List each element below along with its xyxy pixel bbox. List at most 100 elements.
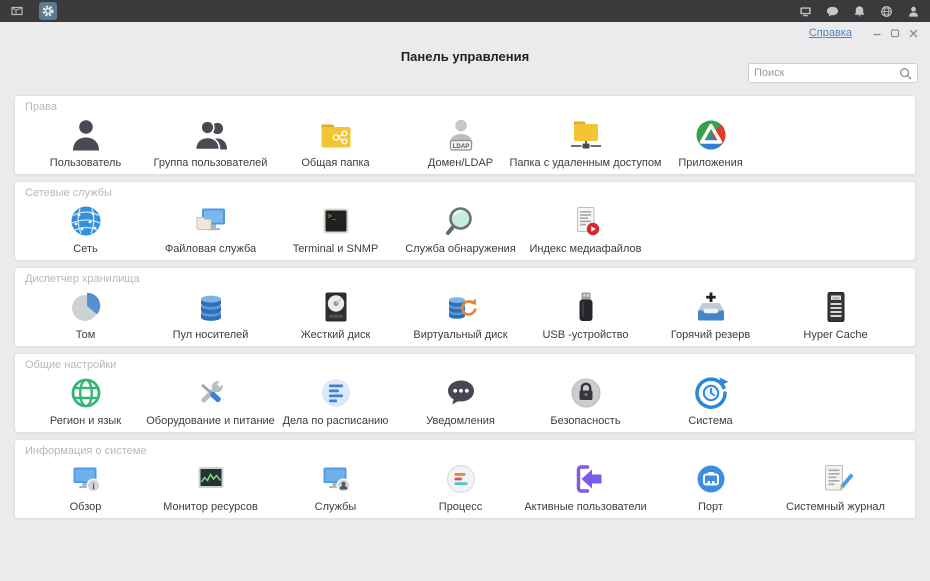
notification-bell-icon[interactable] xyxy=(851,3,868,20)
svg-text:SSD: SSD xyxy=(832,296,840,300)
item-virtual-disk[interactable]: Виртуальный диск xyxy=(398,286,523,341)
item-process[interactable]: Процесс xyxy=(398,458,523,513)
ldap-user-icon: LDAP xyxy=(441,114,481,156)
app-launcher-icon[interactable] xyxy=(8,2,26,20)
region-language-icon xyxy=(66,372,106,414)
item-storage-pool[interactable]: Пул носителей xyxy=(148,286,273,341)
item-label: Жесткий диск xyxy=(300,329,371,341)
storage-pool-icon xyxy=(191,286,231,328)
item-label: Приложения xyxy=(678,157,743,169)
item-resource-monitor[interactable]: Монитор ресурсов xyxy=(148,458,273,513)
network-icon xyxy=(66,200,106,242)
discovery-icon xyxy=(441,200,481,242)
globe-icon[interactable] xyxy=(878,3,895,20)
section-label: Диспетчер хранилища xyxy=(25,273,140,285)
item-terminal[interactable]: >_ Terminal и SNMP xyxy=(273,200,398,255)
media-index-icon xyxy=(566,200,606,242)
item-label: Служба обнаружения xyxy=(405,243,516,255)
item-region-language[interactable]: Регион и язык xyxy=(23,372,148,427)
remote-folder-icon xyxy=(566,114,606,156)
hyper-cache-icon: SSD xyxy=(816,286,856,328)
item-user[interactable]: Пользователь xyxy=(23,114,148,169)
item-security[interactable]: Безопасность xyxy=(523,372,648,427)
search-icon[interactable] xyxy=(898,66,912,80)
item-label: Службы xyxy=(314,501,357,513)
item-notifications[interactable]: Уведомления xyxy=(398,372,523,427)
item-label: Файловая служба xyxy=(164,243,257,255)
close-icon[interactable] xyxy=(906,27,920,39)
item-services[interactable]: Службы xyxy=(273,458,398,513)
item-user-group[interactable]: Группа пользователей xyxy=(148,114,273,169)
item-hardware-power[interactable]: Оборудование и питание xyxy=(146,372,275,427)
item-label: Terminal и SNMP xyxy=(292,243,379,255)
account-icon[interactable] xyxy=(905,3,922,20)
item-label: USB -устройство xyxy=(542,329,629,341)
section-label: Общие настройки xyxy=(25,359,117,371)
item-label: Пользователь xyxy=(49,157,122,169)
search-input[interactable] xyxy=(754,67,898,79)
file-service-icon xyxy=(191,200,231,242)
item-label: Монитор ресурсов xyxy=(163,501,258,513)
control-panel-app-icon[interactable] xyxy=(39,2,57,20)
user-icon xyxy=(66,114,106,156)
item-label: Оборудование и питание xyxy=(146,415,275,427)
item-label: Порт xyxy=(698,501,723,513)
item-shared-folder[interactable]: Общая папка xyxy=(273,114,398,169)
minimize-icon[interactable] xyxy=(870,27,884,39)
item-file-service[interactable]: Файловая служба xyxy=(148,200,273,255)
system-log-icon xyxy=(816,458,856,500)
window-controls xyxy=(866,27,920,39)
item-label: Системный журнал xyxy=(786,501,885,513)
active-users-icon xyxy=(566,458,606,500)
item-system[interactable]: Система xyxy=(648,372,773,427)
notifications-icon xyxy=(441,372,481,414)
section-card: Права Пользователь Группа пользователей Общ… xyxy=(14,95,916,175)
item-label: Пул носителей xyxy=(172,329,249,341)
item-label: Обзор xyxy=(69,501,102,513)
item-label: Уведомления xyxy=(426,415,495,427)
svg-text:>_: >_ xyxy=(327,214,336,222)
item-hot-spare[interactable]: Горячий резерв xyxy=(648,286,773,341)
item-overview[interactable]: i Обзор xyxy=(23,458,148,513)
item-ldap-user[interactable]: LDAP Домен/LDAP xyxy=(398,114,523,169)
item-label: Том xyxy=(75,329,96,341)
item-scheduled-tasks[interactable]: Дела по расписанию xyxy=(273,372,398,427)
section-label: Информация о системе xyxy=(25,445,147,457)
scheduled-tasks-icon xyxy=(316,372,356,414)
item-port[interactable]: Порт xyxy=(648,458,773,513)
svg-text:LDAP: LDAP xyxy=(452,143,469,150)
item-label: Группа пользователей xyxy=(153,157,268,169)
item-label: Регион и язык xyxy=(49,415,122,427)
system-icon xyxy=(691,372,731,414)
shared-folder-icon xyxy=(316,114,356,156)
item-volume[interactable]: Том xyxy=(23,286,148,341)
section-card: Диспетчер хранилища Том Пул носителей Жестк… xyxy=(14,267,916,347)
item-applications[interactable]: Приложения xyxy=(648,114,773,169)
terminal-icon: >_ xyxy=(316,200,356,242)
item-system-log[interactable]: Системный журнал xyxy=(773,458,898,513)
chat-icon[interactable] xyxy=(824,3,841,20)
search-box xyxy=(748,63,918,83)
item-network[interactable]: Сеть xyxy=(23,200,148,255)
item-label: Активные пользователи xyxy=(524,501,647,513)
item-discovery[interactable]: Служба обнаружения xyxy=(398,200,523,255)
user-group-icon xyxy=(191,114,231,156)
screen-share-icon[interactable] xyxy=(797,3,814,20)
item-remote-folder[interactable]: Папка с удаленным доступом xyxy=(510,114,662,169)
volume-icon xyxy=(66,286,106,328)
item-hdd[interactable]: Жесткий диск xyxy=(273,286,398,341)
restore-icon[interactable] xyxy=(888,27,902,39)
hdd-icon xyxy=(316,286,356,328)
item-label: Система xyxy=(688,415,733,427)
help-link[interactable]: Справка xyxy=(809,27,852,39)
security-icon xyxy=(566,372,606,414)
item-active-users[interactable]: Активные пользователи xyxy=(523,458,648,513)
item-usb[interactable]: USB -устройство xyxy=(523,286,648,341)
virtual-disk-icon xyxy=(441,286,481,328)
item-label: Виртуальный диск xyxy=(413,329,508,341)
resource-monitor-icon xyxy=(191,458,231,500)
item-media-index[interactable]: Индекс медиафайлов xyxy=(523,200,648,255)
section-label: Сетевые службы xyxy=(25,187,112,199)
item-hyper-cache[interactable]: SSD Hyper Cache xyxy=(773,286,898,341)
process-icon xyxy=(441,458,481,500)
